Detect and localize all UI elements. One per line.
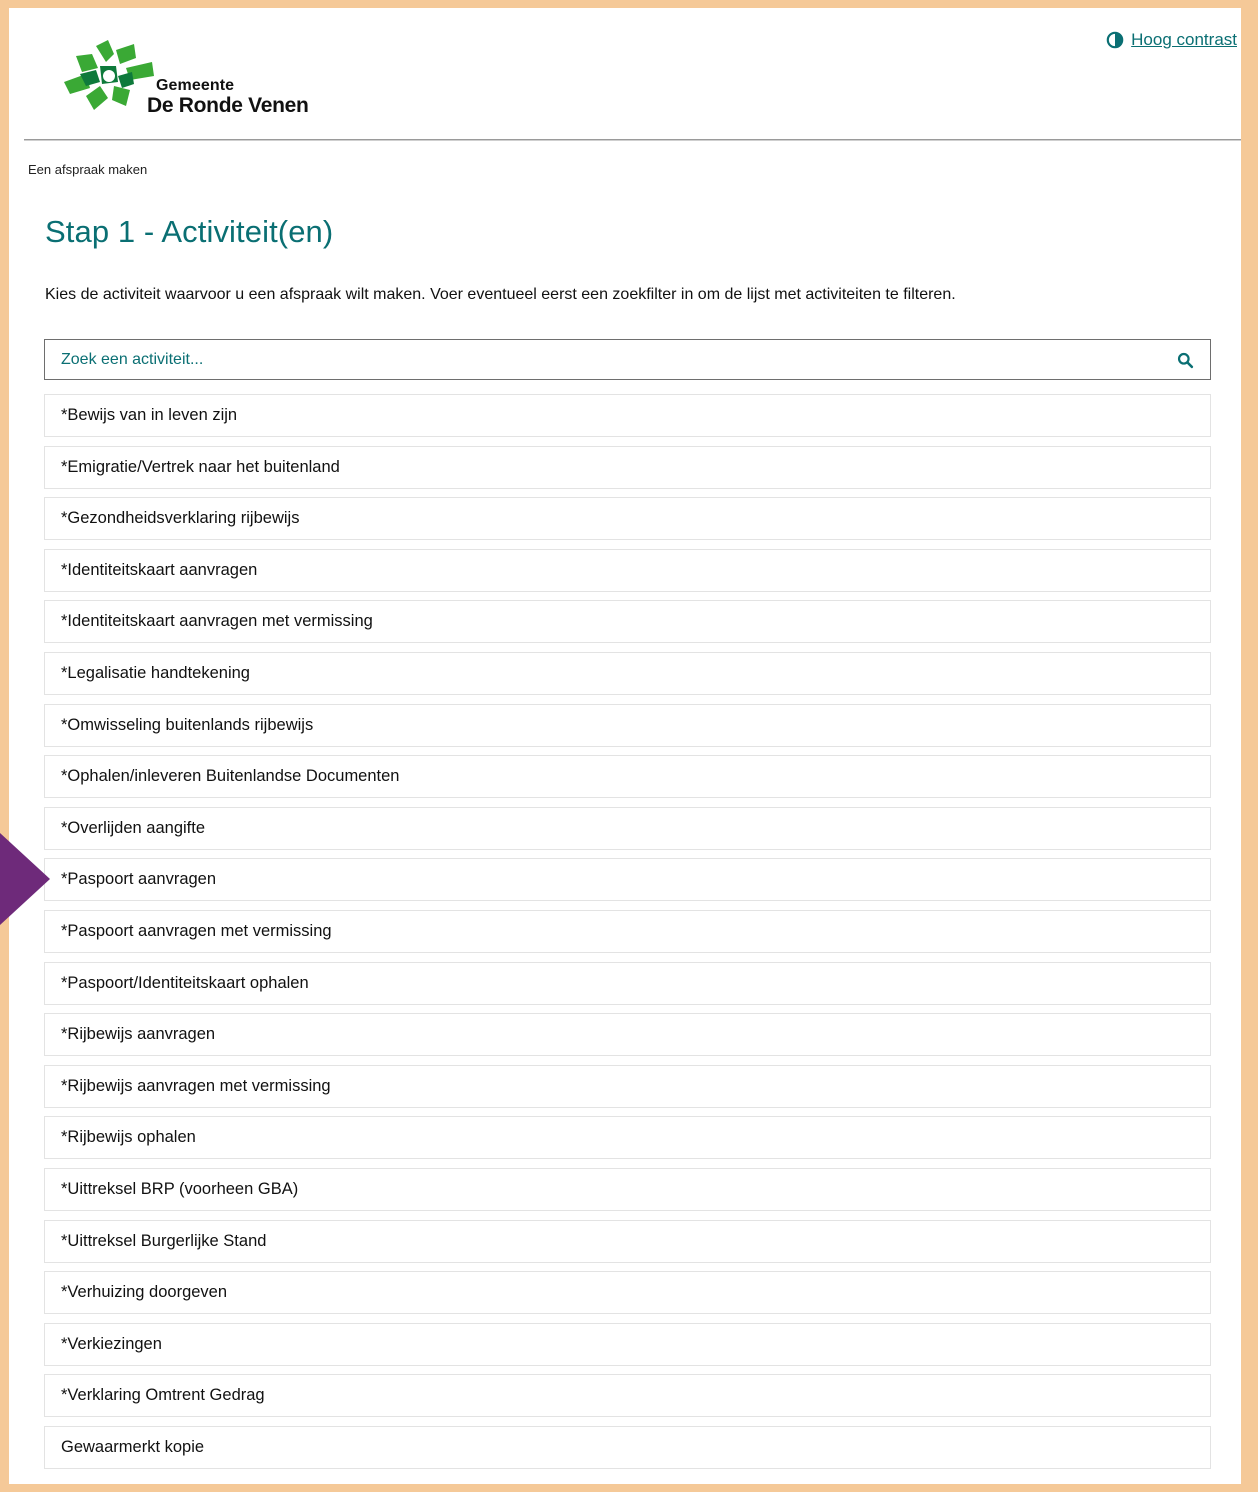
search-box bbox=[44, 339, 1211, 380]
activity-item[interactable]: *Paspoort aanvragen met vermissing bbox=[44, 909, 1211, 953]
high-contrast-label: Hoog contrast bbox=[1131, 30, 1237, 49]
activity-list: *Bewijs van in leven zijn *Emigratie/Vert… bbox=[44, 394, 1211, 1477]
activity-item[interactable]: *Legalisatie handtekening bbox=[44, 651, 1211, 695]
activity-item[interactable]: *Identiteitskaart aanvragen met vermissi… bbox=[44, 600, 1211, 644]
activity-item[interactable]: *Uittreksel Burgerlijke Stand bbox=[44, 1219, 1211, 1263]
activity-item[interactable]: *Rijbewijs ophalen bbox=[44, 1116, 1211, 1160]
logo-text-gemeente: Gemeente bbox=[156, 77, 235, 94]
activity-item[interactable]: *Rijbewijs aanvragen bbox=[44, 1013, 1211, 1057]
page-title: Stap 1 - Activiteit(en) bbox=[45, 214, 334, 249]
activity-item[interactable]: *Rijbewijs aanvragen met vermissing bbox=[44, 1064, 1211, 1108]
intro-text: Kies de activiteit waarvoor u een afspra… bbox=[45, 286, 956, 303]
activity-item[interactable]: *Verkiezingen bbox=[44, 1322, 1211, 1366]
activity-item[interactable]: *Bewijs van in leven zijn bbox=[44, 394, 1211, 437]
activity-item[interactable]: *Overlijden aangifte bbox=[44, 806, 1211, 850]
activity-item[interactable]: *Omwisseling buitenlands rijbewijs bbox=[44, 703, 1211, 747]
pointer-arrow-icon bbox=[0, 833, 50, 925]
activity-item[interactable]: *Verklaring Omtrent Gedrag bbox=[44, 1374, 1211, 1418]
logo-text-municipality: De Ronde Venen bbox=[147, 94, 309, 117]
activity-item[interactable]: *Gezondheidsverklaring rijbewijs bbox=[44, 497, 1211, 541]
contrast-icon bbox=[1106, 31, 1124, 49]
high-contrast-link[interactable]: Hoog contrast bbox=[1106, 30, 1237, 50]
site-header: Gemeente De Ronde Venen Hoog contrast bbox=[24, 22, 1241, 140]
activity-item[interactable]: *Identiteitskaart aanvragen bbox=[44, 548, 1211, 592]
activity-item[interactable]: *Uittreksel BRP (voorheen GBA) bbox=[44, 1167, 1211, 1211]
search-input[interactable] bbox=[45, 340, 1165, 379]
activity-item[interactable]: *Verhuizing doorgeven bbox=[44, 1271, 1211, 1315]
activity-item[interactable]: *Paspoort/Identiteitskaart ophalen bbox=[44, 961, 1211, 1005]
search-icon[interactable] bbox=[1177, 352, 1194, 369]
page-frame: Gemeente De Ronde Venen Hoog contrast Ee… bbox=[9, 8, 1241, 1484]
activity-item[interactable]: *Emigratie/Vertrek naar het buitenland bbox=[44, 445, 1211, 489]
breadcrumb: Een afspraak maken bbox=[28, 162, 148, 177]
activity-item[interactable]: Gewaarmerkt kopie bbox=[44, 1425, 1211, 1469]
activity-item[interactable]: *Paspoort aanvragen bbox=[44, 858, 1211, 902]
activity-item[interactable]: *Ophalen/inleveren Buitenlandse Document… bbox=[44, 755, 1211, 799]
